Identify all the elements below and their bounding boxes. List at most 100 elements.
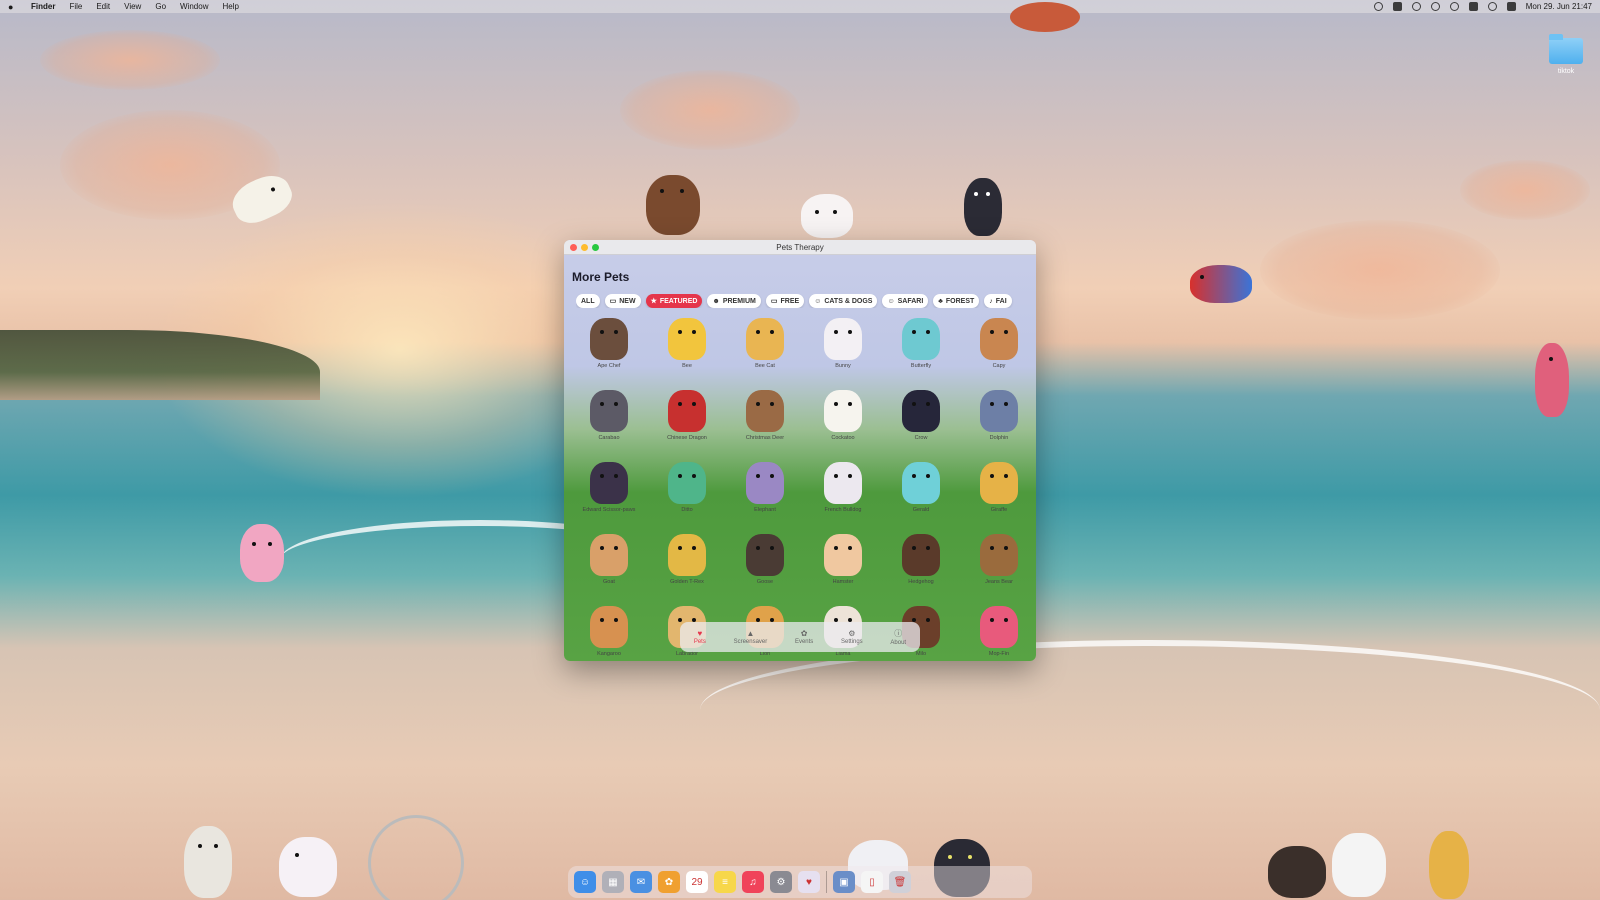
filter-label: PREMIUM: [722, 297, 756, 305]
filter-chip-premium[interactable]: ☻ PREMIUM: [707, 294, 761, 308]
pet-card[interactable]: Ditto: [648, 458, 726, 530]
filter-chip-free[interactable]: ▭ FREE: [765, 294, 805, 308]
dock-launchpad-icon[interactable]: ▦: [602, 871, 624, 893]
pet-card[interactable]: Kangaroo: [570, 602, 648, 661]
pet-card[interactable]: Gerald: [882, 458, 960, 530]
pet-sprite-icon: [902, 534, 940, 576]
pets-status-icon[interactable]: [1373, 2, 1383, 11]
pet-card[interactable]: Cockatoo: [804, 386, 882, 458]
dock-calendar-icon[interactable]: 29: [686, 871, 708, 893]
pet-card[interactable]: Hedgehog: [882, 530, 960, 602]
pet-name: Elephant: [754, 507, 776, 513]
pet-card[interactable]: Hamster: [804, 530, 882, 602]
pet-card[interactable]: Christmas Deer: [726, 386, 804, 458]
tab-screensaver[interactable]: ▲ Screensaver: [734, 629, 768, 645]
pet-name: Bee: [682, 363, 692, 369]
dock-preview-icon[interactable]: ▣: [833, 871, 855, 893]
pet-card[interactable]: Edward Scissor-paws: [570, 458, 648, 530]
spotlight-icon[interactable]: [1487, 2, 1497, 11]
pet-card[interactable]: Bee: [648, 314, 726, 386]
pet-card[interactable]: Goose: [726, 530, 804, 602]
pet-name: Giraffe: [990, 507, 1008, 513]
pet-card[interactable]: Bee Cat: [726, 314, 804, 386]
desktop-pet-cat[interactable]: [796, 192, 858, 240]
wifi-icon[interactable]: [1449, 2, 1459, 11]
pet-card[interactable]: Chinese Dragon: [648, 386, 726, 458]
filter-chip-cats-dogs[interactable]: ☺ CATS & DOGS: [809, 294, 878, 308]
menu-view[interactable]: View: [124, 2, 141, 11]
dock-notes-icon[interactable]: ≡: [714, 871, 736, 893]
pet-card[interactable]: Jeans Bear: [960, 530, 1036, 602]
dock-trash-icon[interactable]: 🗑: [889, 871, 911, 893]
filter-chip-safari[interactable]: ☺ SAFARI: [882, 294, 929, 308]
pet-card[interactable]: Golden T-Rex: [648, 530, 726, 602]
tab-events[interactable]: ✿ Events: [795, 629, 813, 645]
desktop-pet-penguin[interactable]: [960, 176, 1006, 238]
folder-label: tiktok: [1557, 68, 1575, 75]
tab-pets[interactable]: ♥ Pets: [694, 629, 706, 645]
control-center-icon[interactable]: [1506, 2, 1516, 11]
desktop-pet-mop-fin[interactable]: [1530, 340, 1574, 420]
pet-card[interactable]: Butterfly: [882, 314, 960, 386]
pet-card[interactable]: French Bulldog: [804, 458, 882, 530]
pet-card[interactable]: Ape Chef: [570, 314, 648, 386]
input-source-icon[interactable]: [1468, 2, 1478, 11]
desktop-pet-squirrel[interactable]: [636, 172, 710, 238]
menu-file[interactable]: File: [69, 2, 82, 11]
desktop-pet-parrot[interactable]: [1186, 260, 1256, 308]
menu-go[interactable]: Go: [155, 2, 166, 11]
desktop-pet-pig[interactable]: [236, 520, 288, 586]
menu-help[interactable]: Help: [222, 2, 238, 11]
dock-finder-icon[interactable]: ☺: [574, 871, 596, 893]
desktop-folder[interactable]: tiktok: [1548, 34, 1584, 75]
pet-card[interactable]: Dolphin: [960, 386, 1036, 458]
menu-window[interactable]: Window: [180, 2, 208, 11]
pet-sprite-icon: [746, 534, 784, 576]
pet-name: Crow: [914, 435, 928, 441]
desktop-pet-snail[interactable]: [1000, 0, 1090, 34]
pet-card[interactable]: Bunny: [804, 314, 882, 386]
filter-chip-all[interactable]: ALL: [576, 294, 600, 308]
pet-sprite-icon: [590, 606, 628, 648]
filter-chip-fai[interactable]: ♪ FAI: [984, 294, 1012, 308]
filter-chip-new[interactable]: ▭ NEW: [604, 294, 641, 308]
desktop-pet-poodle[interactable]: [1324, 830, 1394, 900]
dock-pets-therapy-icon[interactable]: ♥: [798, 871, 820, 893]
dock-music-icon[interactable]: ♫: [742, 871, 764, 893]
window-titlebar[interactable]: Pets Therapy: [564, 240, 1036, 255]
pet-sprite-icon: [668, 534, 706, 576]
pet-card[interactable]: Crow: [882, 386, 960, 458]
dock-documents-icon[interactable]: ▯: [861, 871, 883, 893]
pet-card[interactable]: Elephant: [726, 458, 804, 530]
dock-photos-icon[interactable]: ✿: [658, 871, 680, 893]
filter-label: ALL: [581, 297, 595, 305]
pet-card[interactable]: Giraffe: [960, 458, 1036, 530]
pet-sprite-icon: [980, 318, 1018, 360]
apple-menu-icon[interactable]: ●: [8, 2, 17, 12]
menu-edit[interactable]: Edit: [96, 2, 110, 11]
menu-app-name[interactable]: Finder: [31, 2, 55, 11]
dock-settings-icon[interactable]: ⚙: [770, 871, 792, 893]
desktop-pet-unicorn[interactable]: [272, 834, 344, 900]
desktop-pet-monkey[interactable]: [1262, 844, 1332, 900]
desktop-pet-owl[interactable]: [180, 824, 236, 900]
wave: [700, 640, 1600, 780]
menu-clock[interactable]: Mon 29. Jun 21:47: [1526, 2, 1592, 11]
app-status-icon[interactable]: [1392, 2, 1402, 11]
tab-about[interactable]: ⓘ About: [890, 628, 906, 646]
tab-settings[interactable]: ⚙ Settings: [841, 629, 863, 645]
desktop-pet-hamster-wheel[interactable]: [366, 815, 466, 900]
desktop-pet-cockatoo[interactable]: [224, 168, 300, 230]
pet-card[interactable]: Carabao: [570, 386, 648, 458]
user-icon[interactable]: [1430, 2, 1440, 11]
pet-card[interactable]: Capy: [960, 314, 1036, 386]
time-machine-icon[interactable]: [1411, 2, 1421, 11]
pet-card[interactable]: Goat: [570, 530, 648, 602]
pet-card[interactable]: Mop-Fin: [960, 602, 1036, 661]
pets-therapy-window: Pets Therapy More Pets ALL ▭ NEW ★ FEATURED ☻…: [564, 240, 1036, 661]
dock-mail-icon[interactable]: ✉: [630, 871, 652, 893]
filter-chip-forest[interactable]: ♣ FOREST: [933, 294, 980, 308]
desktop-pet-giraffe[interactable]: [1414, 830, 1484, 900]
filter-icon: ☺: [887, 297, 895, 305]
filter-chip-featured[interactable]: ★ FEATURED: [645, 294, 703, 308]
